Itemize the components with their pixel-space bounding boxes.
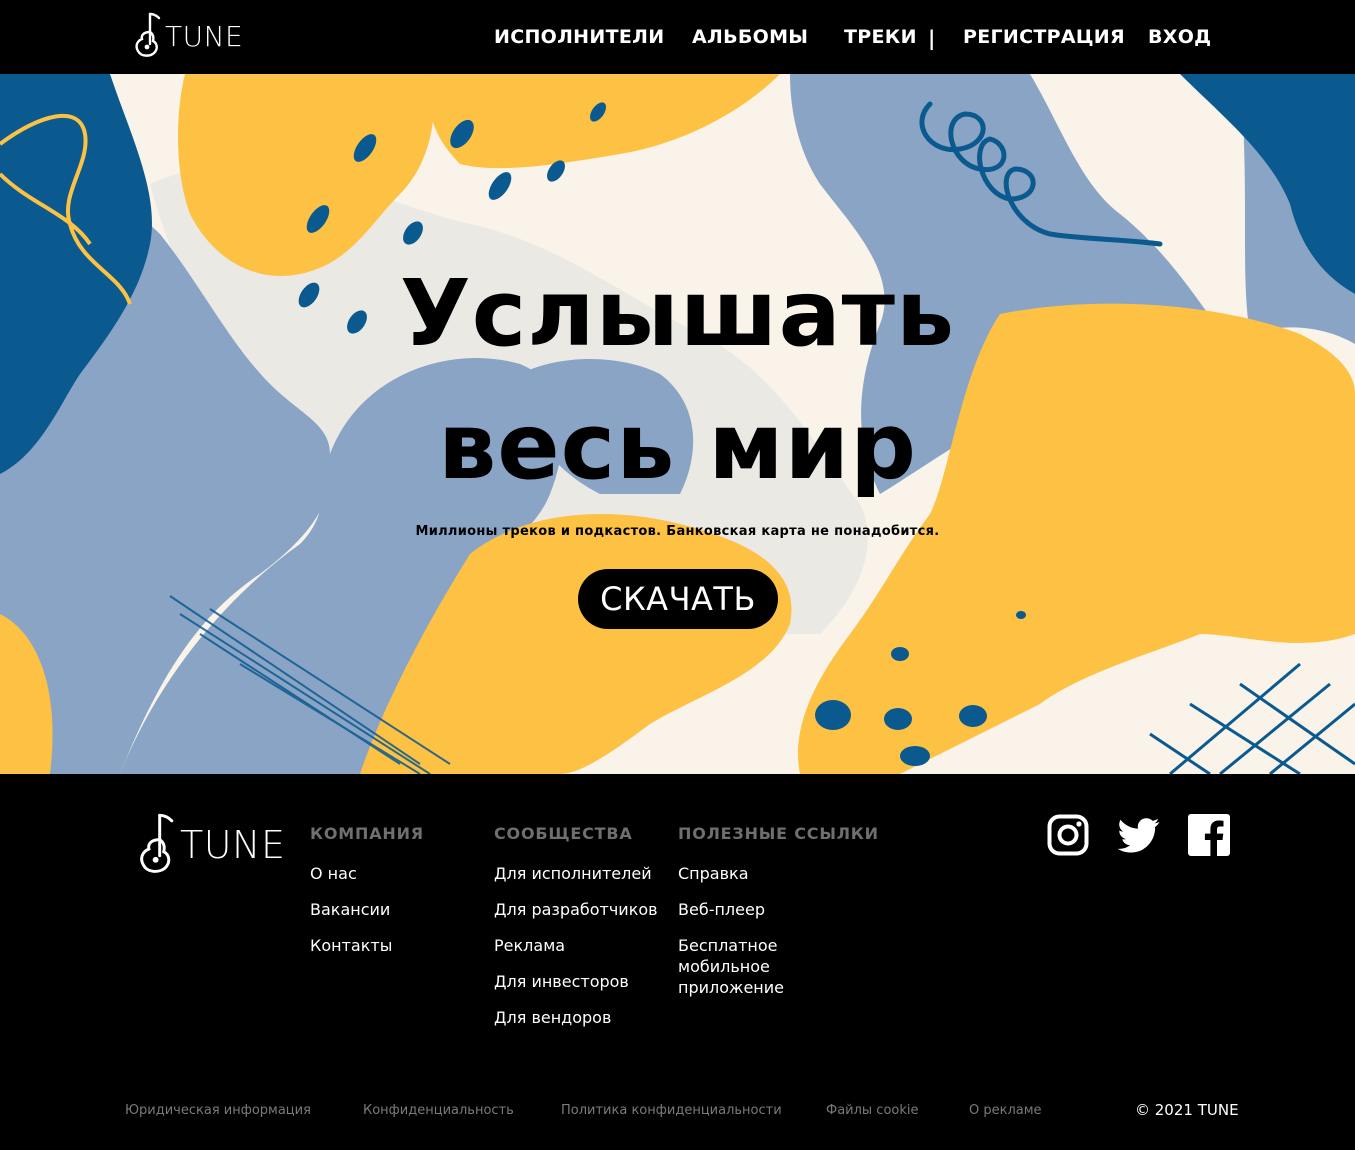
nav-albums[interactable]: АЛЬБОМЫ xyxy=(692,26,808,48)
nav-artists[interactable]: ИСПОЛНИТЕЛИ xyxy=(494,26,664,48)
column-title: СООБЩЕСТВА xyxy=(494,824,633,843)
site-header: TUNE ИСПОЛНИТЕЛИ АЛЬБОМЫ ТРЕКИ | РЕГИСТР… xyxy=(0,0,1355,74)
legal-link-privacy-policy[interactable]: Политика конфиденциальности xyxy=(561,1103,782,1118)
footer-link-help[interactable]: Справка xyxy=(678,863,798,884)
download-button[interactable]: СКАЧАТЬ xyxy=(578,569,778,629)
site-footer: TUNE КОМПАНИЯ О нас Вакансии Контакты СО… xyxy=(0,774,1355,1150)
nav-register[interactable]: РЕГИСТРАЦИЯ xyxy=(963,26,1125,48)
legal-link-cookies[interactable]: Файлы cookie xyxy=(826,1103,919,1118)
legal-link-privacy[interactable]: Конфиденциальность xyxy=(363,1103,514,1118)
guitar-note-icon xyxy=(140,813,174,873)
hero-title-line1: Услышать xyxy=(399,260,956,367)
legal-link-legal-info[interactable]: Юридическая информация xyxy=(125,1103,311,1118)
nav-login[interactable]: ВХОД xyxy=(1148,26,1211,48)
hero-title-line2: весь мир xyxy=(438,393,917,500)
footer-link-investors[interactable]: Для инвесторов xyxy=(494,971,658,992)
footer-link-web-player[interactable]: Веб-плеер xyxy=(678,899,798,920)
column-title: КОМПАНИЯ xyxy=(310,824,424,843)
nav-tracks[interactable]: ТРЕКИ xyxy=(844,26,917,48)
nav-separator: | xyxy=(928,26,936,50)
instagram-icon[interactable] xyxy=(1047,814,1089,856)
footer-column-company: КОМПАНИЯ О нас Вакансии Контакты xyxy=(310,824,424,971)
legal-link-about-ads[interactable]: О рекламе xyxy=(969,1103,1042,1118)
footer-link-vendors[interactable]: Для вендоров xyxy=(494,1007,658,1028)
footer-link-about[interactable]: О нас xyxy=(310,863,424,884)
footer-link-mobile-app[interactable]: Бесплатное мобильное приложение xyxy=(678,935,798,998)
footer-link-artists[interactable]: Для исполнителей xyxy=(494,863,658,884)
brand-name: TUNE xyxy=(165,19,244,53)
footer-link-ads[interactable]: Реклама xyxy=(494,935,658,956)
footer-link-developers[interactable]: Для разработчиков xyxy=(494,899,658,920)
hero-section: Услышать весь мир Миллионы треков и подк… xyxy=(0,74,1355,774)
hero-subtitle: Миллионы треков и подкастов. Банковская … xyxy=(415,524,940,539)
twitter-icon[interactable] xyxy=(1118,814,1160,856)
guitar-note-icon xyxy=(135,12,161,57)
footer-logo[interactable]: TUNE xyxy=(136,810,285,880)
footer-brand-name: TUNE xyxy=(180,823,286,867)
footer-column-communities: СООБЩЕСТВА Для исполнителей Для разработ… xyxy=(494,824,658,1043)
column-title: ПОЛЕЗНЫЕ ССЫЛКИ xyxy=(678,824,879,843)
footer-column-useful-links: ПОЛЕЗНЫЕ ССЫЛКИ Справка Веб-плеер Беспла… xyxy=(678,824,879,1013)
header-logo[interactable]: TUNE xyxy=(133,10,243,62)
copyright: © 2021 TUNE xyxy=(1135,1101,1239,1119)
footer-link-contacts[interactable]: Контакты xyxy=(310,935,424,956)
footer-link-jobs[interactable]: Вакансии xyxy=(310,899,424,920)
facebook-icon[interactable] xyxy=(1188,814,1230,856)
